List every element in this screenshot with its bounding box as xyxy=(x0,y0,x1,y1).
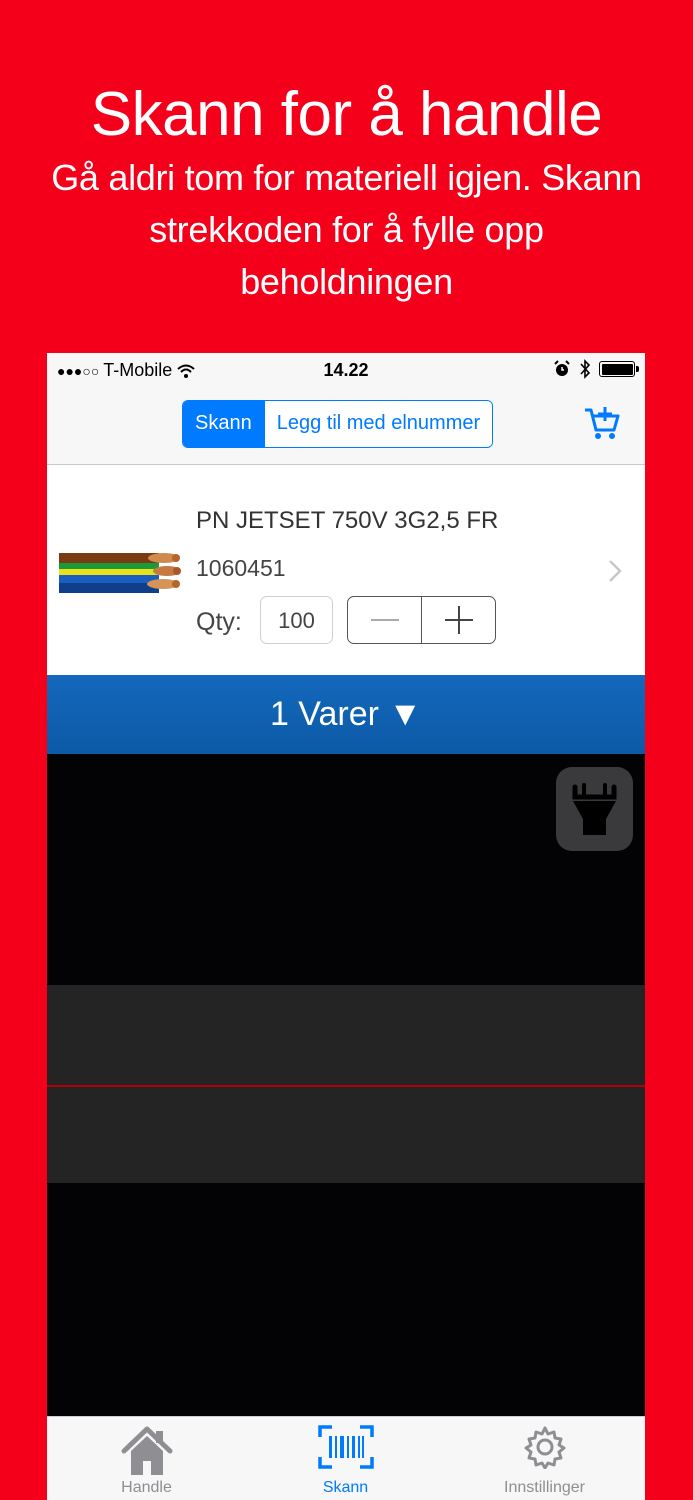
qty-label: Qty: xyxy=(196,608,242,636)
status-icons xyxy=(553,359,639,379)
nav-bar: Skann Legg til med elnummer xyxy=(47,389,645,465)
tab-handle[interactable]: Handle xyxy=(47,1417,246,1500)
battery-icon xyxy=(599,361,639,377)
minus-icon xyxy=(370,619,399,621)
phone-screen: ●●●○○ T-Mobile 14.22 Skann Legg til med xyxy=(47,353,645,1500)
flashlight-icon xyxy=(572,783,617,835)
segment-legg-til-med-elnummer[interactable]: Legg til med elnummer xyxy=(263,401,493,447)
increment-button[interactable] xyxy=(421,597,495,643)
gear-icon xyxy=(524,1426,565,1469)
chevron-right-icon xyxy=(609,560,622,582)
tab-label-innstillinger: Innstillinger xyxy=(504,1479,585,1496)
segment-skann[interactable]: Skann xyxy=(183,401,264,447)
status-bar: ●●●○○ T-Mobile 14.22 xyxy=(47,353,645,389)
tab-innstillinger[interactable]: Innstillinger xyxy=(445,1417,644,1500)
promo-title: Skann for å handle xyxy=(90,80,603,149)
plus-icon xyxy=(444,606,473,634)
promo-header: Skann for å handle Gå aldri tom for mate… xyxy=(0,78,693,308)
tab-label-handle: Handle xyxy=(121,1479,172,1496)
product-list-item[interactable]: PN JETSET 750V 3G2,5 FR 1060451 Qty: 100 xyxy=(47,465,645,675)
scan-line xyxy=(47,1085,645,1087)
quantity-stepper xyxy=(347,596,496,644)
barcode-camera-view xyxy=(47,754,645,1416)
tab-skann[interactable]: Skann xyxy=(246,1417,445,1500)
flashlight-toggle-button[interactable] xyxy=(556,767,633,851)
tab-bar: Handle Skann Innstillinger xyxy=(47,1416,645,1500)
alarm-icon xyxy=(554,360,570,376)
barcode-scan-icon xyxy=(317,1425,374,1469)
scan-area xyxy=(47,985,645,1183)
qty-input[interactable]: 100 xyxy=(260,596,333,644)
product-number: 1060451 xyxy=(196,555,286,581)
decrement-button[interactable] xyxy=(348,597,421,643)
house-icon xyxy=(121,1426,172,1475)
tab-label-skann: Skann xyxy=(322,1479,369,1496)
bluetooth-icon xyxy=(580,359,591,379)
add-to-cart-icon[interactable] xyxy=(582,403,622,443)
mode-segmented-control: Skann Legg til med elnummer xyxy=(182,400,494,448)
promo-subtitle: Gå aldri tom for materiell igjen. Skann … xyxy=(51,157,642,302)
cable-product-image xyxy=(59,553,181,593)
product-name: PN JETSET 750V 3G2,5 FR xyxy=(196,507,499,534)
items-count-toggle[interactable]: 1 Varer ▼ xyxy=(47,675,645,754)
